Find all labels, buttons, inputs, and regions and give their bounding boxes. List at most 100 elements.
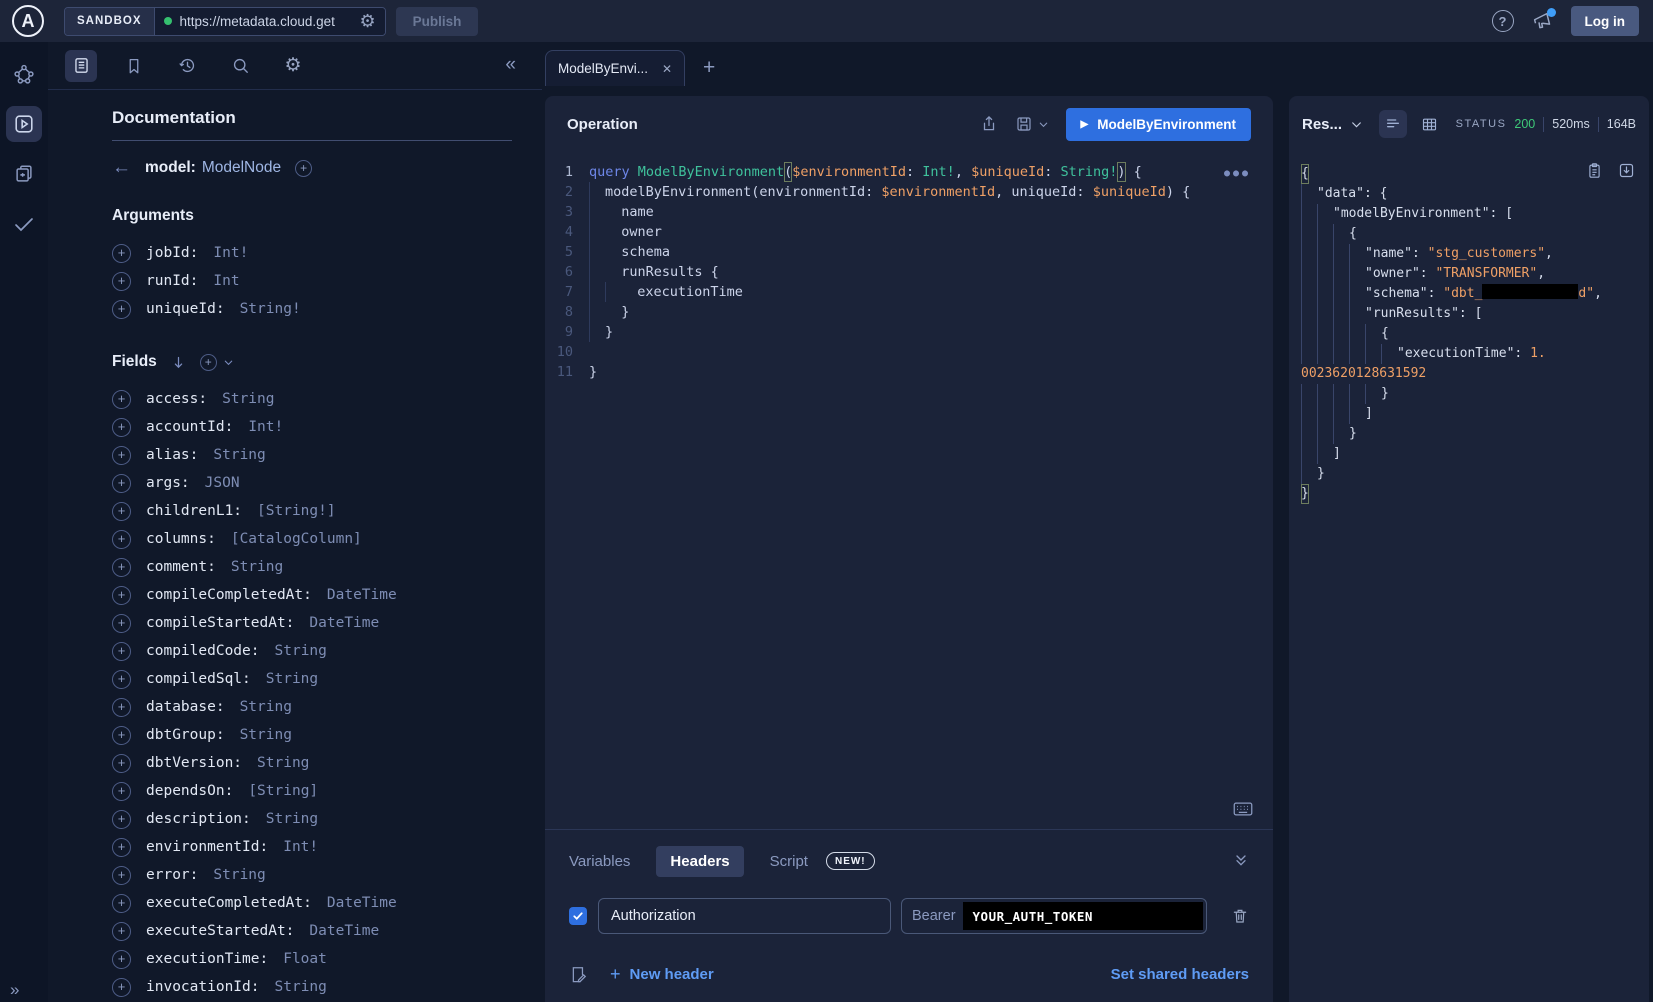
- doc-item-name[interactable]: compileStartedAt:: [146, 615, 294, 631]
- tab-variables[interactable]: Variables: [569, 853, 630, 870]
- field-item[interactable]: +executeCompletedAt:DateTime: [112, 889, 512, 917]
- add-to-operation-icon[interactable]: +: [112, 950, 131, 969]
- doc-item-name[interactable]: alias:: [146, 447, 198, 463]
- add-to-operation-icon[interactable]: +: [112, 866, 131, 885]
- field-item[interactable]: +args:JSON: [112, 469, 512, 497]
- tab-headers[interactable]: Headers: [656, 846, 743, 877]
- endpoint-url-box[interactable]: https://metadata.cloud.get ⚙: [155, 8, 385, 35]
- add-to-operation-icon[interactable]: +: [112, 698, 131, 717]
- doc-item-name[interactable]: args:: [146, 475, 190, 491]
- sort-fields-icon[interactable]: [171, 355, 186, 370]
- explorer-icon[interactable]: [6, 106, 42, 142]
- search-icon[interactable]: [224, 50, 256, 82]
- back-arrow-icon[interactable]: ←: [112, 157, 131, 179]
- bookmarks-icon[interactable]: [118, 50, 150, 82]
- expand-rail-icon[interactable]: »: [10, 980, 19, 1000]
- add-to-operation-icon[interactable]: +: [112, 390, 131, 409]
- add-to-operation-icon[interactable]: +: [112, 642, 131, 661]
- add-to-operation-icon[interactable]: +: [112, 894, 131, 913]
- preview-headers-icon[interactable]: [569, 965, 588, 984]
- new-tab-icon[interactable]: +: [703, 56, 715, 80]
- doc-item-name[interactable]: executionTime:: [146, 951, 268, 967]
- copy-response-icon[interactable]: [1586, 162, 1603, 179]
- add-to-operation-icon[interactable]: +: [112, 272, 131, 291]
- doc-item-name[interactable]: dbtGroup:: [146, 727, 225, 743]
- doc-item-name[interactable]: runId:: [146, 273, 198, 289]
- add-to-operation-icon[interactable]: +: [112, 782, 131, 801]
- save-chevron-icon[interactable]: [1038, 119, 1049, 130]
- doc-item-name[interactable]: compileCompletedAt:: [146, 587, 312, 603]
- field-item[interactable]: +invocationId:String: [112, 973, 512, 1001]
- documentation-tab-icon[interactable]: [65, 50, 97, 82]
- field-item[interactable]: +database:String: [112, 693, 512, 721]
- add-to-operation-icon[interactable]: +: [112, 726, 131, 745]
- add-to-operation-icon[interactable]: +: [112, 978, 131, 997]
- doc-item-name[interactable]: environmentId:: [146, 839, 268, 855]
- operation-tab[interactable]: ModelByEnvi... ✕: [545, 50, 685, 86]
- add-to-operation-icon[interactable]: +: [112, 810, 131, 829]
- doc-item-name[interactable]: dependsOn:: [146, 783, 233, 799]
- breadcrumb-type-link[interactable]: ModelNode: [202, 159, 281, 177]
- field-item[interactable]: +environmentId:Int!: [112, 833, 512, 861]
- field-item[interactable]: +compileCompletedAt:DateTime: [112, 581, 512, 609]
- history-icon[interactable]: [171, 50, 203, 82]
- header-name-input[interactable]: Authorization: [598, 898, 891, 934]
- field-item[interactable]: +dbtGroup:String: [112, 721, 512, 749]
- doc-item-name[interactable]: executeStartedAt:: [146, 923, 294, 939]
- new-header-button[interactable]: + New header: [610, 964, 714, 985]
- add-to-operation-icon[interactable]: +: [112, 558, 131, 577]
- apollo-logo[interactable]: A: [12, 5, 44, 37]
- more-options-icon[interactable]: ●●●: [1224, 164, 1251, 184]
- share-icon[interactable]: [980, 115, 998, 133]
- doc-item-name[interactable]: invocationId:: [146, 979, 260, 995]
- add-all-fields-icon[interactable]: +: [295, 160, 312, 177]
- doc-item-name[interactable]: comment:: [146, 559, 216, 575]
- endpoint-url[interactable]: https://metadata.cloud.get: [180, 14, 352, 29]
- field-item[interactable]: +access:String: [112, 385, 512, 413]
- argument-item[interactable]: +uniqueId:String!: [112, 295, 512, 323]
- keyboard-shortcuts-icon[interactable]: [1233, 801, 1253, 817]
- add-to-operation-icon[interactable]: +: [112, 418, 131, 437]
- doc-item-name[interactable]: compiledSql:: [146, 671, 251, 687]
- doc-item-name[interactable]: childrenL1:: [146, 503, 242, 519]
- field-item[interactable]: +comment:String: [112, 553, 512, 581]
- doc-item-name[interactable]: accountId:: [146, 419, 233, 435]
- raw-view-icon[interactable]: [1379, 110, 1407, 138]
- help-icon[interactable]: ?: [1492, 10, 1514, 32]
- add-to-operation-icon[interactable]: +: [112, 446, 131, 465]
- field-item[interactable]: +compileStartedAt:DateTime: [112, 609, 512, 637]
- field-item[interactable]: +executionTime:Float: [112, 945, 512, 973]
- sandbox-chip[interactable]: SANDBOX: [65, 8, 155, 35]
- field-item[interactable]: +compiledCode:String: [112, 637, 512, 665]
- schema-graph-icon[interactable]: [6, 56, 42, 92]
- doc-item-name[interactable]: dbtVersion:: [146, 755, 242, 771]
- field-item[interactable]: +dependsOn:[String]: [112, 777, 512, 805]
- endpoint-settings-gear-icon[interactable]: ⚙: [360, 12, 376, 30]
- collections-icon[interactable]: [6, 156, 42, 192]
- add-to-operation-icon[interactable]: +: [112, 838, 131, 857]
- field-item[interactable]: +alias:String: [112, 441, 512, 469]
- add-to-operation-icon[interactable]: +: [112, 300, 131, 319]
- add-to-operation-icon[interactable]: +: [112, 670, 131, 689]
- add-to-operation-icon[interactable]: +: [112, 474, 131, 493]
- add-to-operation-icon[interactable]: +: [112, 502, 131, 521]
- header-value-input[interactable]: Bearer YOUR_AUTH_TOKEN: [901, 898, 1207, 934]
- doc-item-name[interactable]: jobId:: [146, 245, 198, 261]
- add-to-operation-icon[interactable]: +: [112, 922, 131, 941]
- add-fields-chevron-icon[interactable]: [223, 357, 234, 368]
- field-item[interactable]: +dbtVersion:String: [112, 749, 512, 777]
- download-response-icon[interactable]: [1618, 162, 1635, 179]
- add-to-operation-icon[interactable]: +: [112, 614, 131, 633]
- doc-item-name[interactable]: uniqueId:: [146, 301, 225, 317]
- add-to-operation-icon[interactable]: +: [112, 244, 131, 263]
- field-item[interactable]: +childrenL1:[String!]: [112, 497, 512, 525]
- add-to-operation-icon[interactable]: +: [112, 754, 131, 773]
- header-enabled-checkbox[interactable]: [569, 907, 587, 925]
- doc-item-name[interactable]: access:: [146, 391, 207, 407]
- add-to-operation-icon[interactable]: +: [112, 530, 131, 549]
- tab-script[interactable]: Script: [770, 853, 808, 870]
- announcements-megaphone-icon[interactable]: [1532, 11, 1553, 32]
- close-tab-icon[interactable]: ✕: [662, 62, 672, 76]
- argument-item[interactable]: +runId:Int: [112, 267, 512, 295]
- save-icon[interactable]: [1015, 115, 1033, 133]
